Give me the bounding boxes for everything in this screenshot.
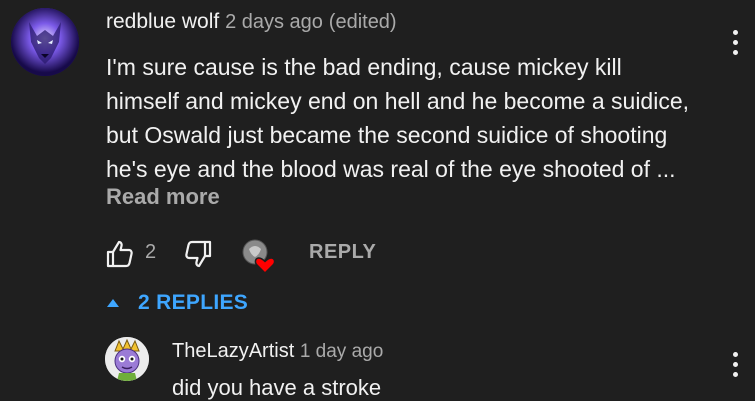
comment-menu-icon[interactable] bbox=[726, 28, 746, 68]
comment-body: I'm sure cause is the bad ending, cause … bbox=[106, 50, 706, 186]
comment-line: he's eye and the blood was real of the e… bbox=[106, 156, 676, 182]
comment-line: I'm sure cause is the bad ending, cause … bbox=[106, 54, 622, 80]
reply-header: TheLazyArtist 1 day ago bbox=[172, 340, 383, 363]
reply-author[interactable]: TheLazyArtist bbox=[172, 340, 294, 362]
cartoon-avatar-icon bbox=[105, 337, 149, 381]
comment-author[interactable]: redblue wolf bbox=[106, 10, 219, 33]
reply-menu-icon[interactable] bbox=[726, 350, 746, 390]
read-more-button[interactable]: Read more bbox=[106, 184, 220, 210]
thumbs-down-icon bbox=[185, 240, 212, 268]
like-count: 2 bbox=[145, 241, 157, 263]
comment-header: redblue wolf 2 days ago (edited) bbox=[106, 10, 397, 34]
reply-timestamp[interactable]: 1 day ago bbox=[300, 341, 383, 362]
wolf-avatar-icon bbox=[11, 8, 79, 76]
reply-avatar[interactable] bbox=[105, 337, 149, 381]
comment-line: himself and mickey end on hell and he be… bbox=[106, 88, 690, 114]
caret-up-icon bbox=[107, 299, 119, 307]
commenter-avatar[interactable] bbox=[11, 8, 79, 76]
thumbs-up-icon bbox=[106, 240, 133, 268]
comment-timestamp[interactable]: 2 days ago bbox=[225, 11, 323, 33]
edited-label: (edited) bbox=[328, 11, 397, 33]
reply-button[interactable]: REPLY bbox=[309, 241, 376, 264]
reply-body: did you have a stroke bbox=[172, 375, 382, 400]
like-button[interactable] bbox=[104, 238, 136, 270]
replies-toggle[interactable]: 2 REPLIES bbox=[103, 288, 248, 318]
replies-label: 2 REPLIES bbox=[138, 291, 249, 314]
comment-line: but Oswald just became the second suidic… bbox=[106, 122, 668, 148]
creator-heart-icon bbox=[238, 236, 278, 276]
dislike-button[interactable] bbox=[182, 238, 214, 270]
